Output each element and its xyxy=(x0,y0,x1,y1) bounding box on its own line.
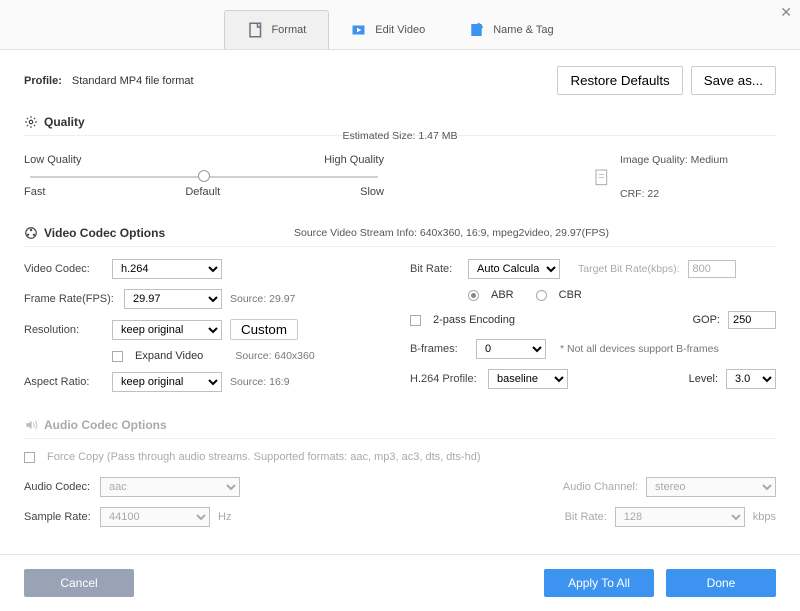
kbps-label: kbps xyxy=(753,511,776,523)
h264-profile-label: H.264 Profile: xyxy=(410,373,480,385)
slider-thumb[interactable] xyxy=(198,170,210,182)
save-as-button[interactable]: Save as... xyxy=(691,66,776,95)
audio-bitrate-select[interactable]: 128 xyxy=(615,507,745,527)
tab-label: Name & Tag xyxy=(493,24,553,36)
tab-name-tag[interactable]: Name & Tag xyxy=(447,10,575,49)
video-codec-header: Video Codec Options Source Video Stream … xyxy=(24,226,776,240)
sample-rate-label: Sample Rate: xyxy=(24,511,92,523)
resolution-source: Source: 640x360 xyxy=(235,350,314,362)
low-quality-label: Low Quality xyxy=(24,154,81,166)
aspect-ratio-label: Aspect Ratio: xyxy=(24,376,104,388)
expand-video-label: Expand Video xyxy=(135,350,203,362)
edit-video-icon xyxy=(351,21,369,39)
bframes-select[interactable]: 0 xyxy=(476,339,546,359)
speaker-icon xyxy=(24,418,38,432)
tab-format[interactable]: Format xyxy=(224,10,329,49)
audio-bitrate-label: Bit Rate: xyxy=(565,511,607,523)
sample-rate-select[interactable]: 44100 xyxy=(100,507,210,527)
h264-profile-select[interactable]: baseline xyxy=(488,369,568,389)
audio-codec-label: Audio Codec: xyxy=(24,481,92,493)
target-bitrate-input[interactable] xyxy=(688,260,736,278)
tab-label: Edit Video xyxy=(375,24,425,36)
abr-label: ABR xyxy=(491,289,514,301)
bframes-note: * Not all devices support B-frames xyxy=(560,343,719,355)
custom-button[interactable]: Custom xyxy=(230,319,298,340)
footer: Cancel Apply To All Done xyxy=(0,554,800,611)
restore-defaults-button[interactable]: Restore Defaults xyxy=(557,66,682,95)
profile-label: Profile: xyxy=(24,75,62,87)
force-copy-label: Force Copy (Pass through audio streams. … xyxy=(47,451,480,463)
target-bitrate-label: Target Bit Rate(kbps): xyxy=(578,263,680,275)
done-button[interactable]: Done xyxy=(666,569,776,597)
fps-source: Source: 29.97 xyxy=(230,293,295,305)
bitrate-label: Bit Rate: xyxy=(410,263,460,275)
profile-value: Standard MP4 file format xyxy=(72,75,194,87)
cbr-label: CBR xyxy=(559,289,582,301)
resolution-label: Resolution: xyxy=(24,324,104,336)
document-icon xyxy=(594,168,610,200)
resolution-select[interactable]: keep original xyxy=(112,320,222,340)
close-icon[interactable]: ✕ xyxy=(780,4,792,21)
audio-codec-header: Audio Codec Options xyxy=(24,418,776,432)
video-codec-select[interactable]: h.264 xyxy=(112,259,222,279)
audio-channel-select[interactable]: stereo xyxy=(646,477,776,497)
level-select[interactable]: 3.0 xyxy=(726,369,776,389)
force-copy-checkbox[interactable] xyxy=(24,452,35,463)
fast-label: Fast xyxy=(24,186,45,198)
quality-slider[interactable] xyxy=(30,176,378,178)
estimated-size: Estimated Size: 1.47 MB xyxy=(24,130,776,142)
gop-label: GOP: xyxy=(692,314,720,326)
fps-label: Frame Rate(FPS): xyxy=(24,293,116,305)
crf-value: CRF: 22 xyxy=(620,188,728,200)
gop-input[interactable] xyxy=(728,311,776,329)
gear-icon xyxy=(24,115,38,129)
format-icon xyxy=(247,21,265,39)
slow-label: Slow xyxy=(360,186,384,198)
level-label: Level: xyxy=(689,373,718,385)
abr-radio[interactable] xyxy=(468,290,479,301)
audio-codec-select[interactable]: aac xyxy=(100,477,240,497)
hz-label: Hz xyxy=(218,511,231,523)
profile-row: Profile: Standard MP4 file format Restor… xyxy=(24,66,776,95)
twopass-checkbox[interactable] xyxy=(410,315,421,326)
expand-video-checkbox[interactable] xyxy=(112,351,123,362)
apply-to-all-button[interactable]: Apply To All xyxy=(544,569,654,597)
quality-header: Quality xyxy=(24,115,776,129)
film-icon xyxy=(24,226,38,240)
high-quality-label: High Quality xyxy=(324,154,384,166)
tab-bar: Format Edit Video Name & Tag xyxy=(0,0,800,50)
cancel-button[interactable]: Cancel xyxy=(24,569,134,597)
tab-edit-video[interactable]: Edit Video xyxy=(329,10,447,49)
tag-icon xyxy=(469,21,487,39)
image-quality-value: Image Quality: Medium xyxy=(620,154,728,166)
twopass-label: 2-pass Encoding xyxy=(433,314,515,326)
audio-channel-label: Audio Channel: xyxy=(563,481,638,493)
aspect-ratio-source: Source: 16:9 xyxy=(230,376,290,388)
video-codec-label: Video Codec: xyxy=(24,263,104,275)
bitrate-select[interactable]: Auto Calculate xyxy=(468,259,560,279)
bframes-label: B-frames: xyxy=(410,343,468,355)
stream-info: Source Video Stream Info: 640x360, 16:9,… xyxy=(294,227,609,239)
aspect-ratio-select[interactable]: keep original xyxy=(112,372,222,392)
tab-label: Format xyxy=(271,24,306,36)
cbr-radio[interactable] xyxy=(536,290,547,301)
fps-select[interactable]: 29.97 xyxy=(124,289,222,309)
default-label: Default xyxy=(185,186,220,198)
